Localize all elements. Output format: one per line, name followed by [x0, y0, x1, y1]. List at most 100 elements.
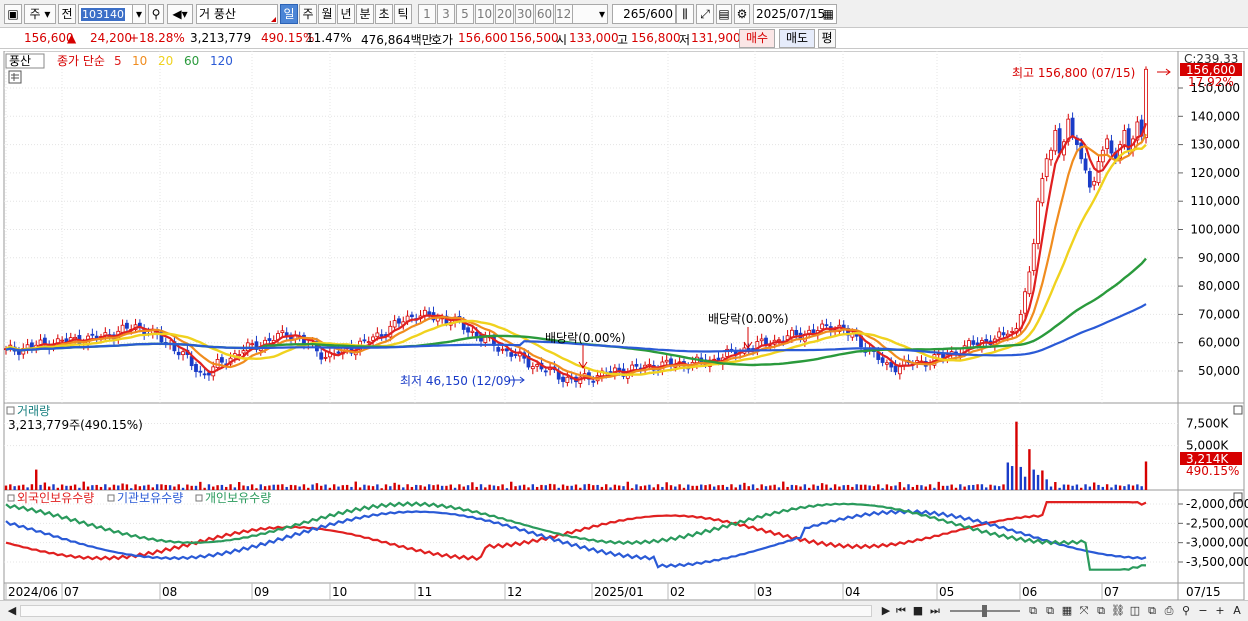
candle-body: [1109, 140, 1114, 154]
date-label: 07: [1104, 585, 1119, 599]
period-tab-3[interactable]: 년: [337, 4, 355, 24]
interval-custom-select[interactable]: ▾: [572, 4, 608, 24]
period-tab-1[interactable]: 주: [299, 4, 317, 24]
interval-tab-3[interactable]: 3: [437, 4, 455, 24]
layout-icon[interactable]: ⧉: [1025, 603, 1041, 619]
candle-body: [202, 373, 207, 376]
speaker-icon[interactable]: ◀▾: [167, 4, 193, 24]
ask-price: 156,600: [458, 31, 508, 45]
eval-button[interactable]: 평: [818, 29, 836, 48]
prev-button[interactable]: 전: [58, 4, 76, 24]
print-icon[interactable]: ⎙: [1161, 603, 1177, 619]
zoom-out-icon[interactable]: −: [1195, 603, 1211, 619]
holdings-tick-label: -2,000,000: [1186, 497, 1248, 511]
volume-bar: [35, 469, 38, 490]
scroll-right-icon[interactable]: ▶: [878, 603, 894, 619]
volume-bar: [1023, 476, 1027, 490]
rewind-icon[interactable]: ⏮: [893, 603, 909, 619]
volume-bar: [898, 482, 902, 490]
interval-tab-20[interactable]: 20: [495, 4, 514, 24]
price-tick-label: 50,000: [1198, 364, 1240, 378]
code-dropdown-icon[interactable]: ▾: [132, 4, 146, 24]
count-value: 265: [623, 7, 647, 21]
scroll-left-icon[interactable]: ◀: [4, 603, 20, 619]
candle-body: [319, 352, 324, 360]
period-tab-5[interactable]: 초: [375, 4, 393, 24]
volume-chart[interactable]: 거래량 3,213,779주(490.15%) 7,500K5,000K 3,2…: [0, 403, 1248, 490]
candle-body: [509, 352, 514, 357]
copy-icon[interactable]: ⧉: [1042, 603, 1058, 619]
count-field[interactable]: 265/600: [612, 4, 676, 24]
volume-bar: [82, 481, 85, 490]
crosshair-icon[interactable]: ⤢: [696, 4, 714, 24]
candle-body: [120, 324, 125, 334]
interval-tab-60[interactable]: 60: [535, 4, 554, 24]
candle-body: [181, 351, 185, 356]
date-axis: 2024/06 07 08 09 10 11 12 2025/01 02 03 04 05 06 07 0…: [3, 583, 1245, 600]
volume-value-label: 3,213,779주(490.15%): [8, 418, 143, 432]
candle-body: [1001, 332, 1006, 336]
price-chart[interactable]: 150,000140,000130,000120,000110,000100,0…: [0, 51, 1248, 403]
calendar-icon[interactable]: ▦: [823, 5, 834, 23]
data-table-icon[interactable]: [8, 70, 22, 84]
zoom-in-icon[interactable]: +: [1212, 603, 1228, 619]
buy-button[interactable]: 매수: [739, 29, 775, 48]
candle-body: [997, 331, 1002, 338]
search-icon[interactable]: ⚲: [148, 4, 164, 24]
interval-tab-10[interactable]: 10: [475, 4, 494, 24]
font-size-icon[interactable]: A: [1229, 603, 1245, 619]
sell-button[interactable]: 매도: [779, 29, 815, 48]
chart-toolbar: ▣ 주 ▾ 전 103140 ▾ ⚲ ◀▾ 거 풍산 일주월년분초틱 1 3 5 10…: [0, 0, 1248, 28]
forward-icon[interactable]: ⏭: [927, 603, 943, 619]
zoom-slider-handle[interactable]: [982, 605, 987, 617]
interval-tab-5[interactable]: 5: [456, 4, 474, 24]
period-tab-4[interactable]: 분: [356, 4, 374, 24]
period-tab-6[interactable]: 틱: [394, 4, 412, 24]
stock-name-tag: 풍산: [9, 54, 31, 68]
candle-body: [1044, 158, 1049, 178]
link-icon[interactable]: ⛓: [1110, 603, 1126, 619]
period-tab-0[interactable]: 일: [280, 4, 298, 24]
save-icon[interactable]: ▤: [716, 4, 732, 24]
window-icon[interactable]: ▣: [4, 4, 22, 24]
candle-body: [410, 314, 414, 318]
export-icon[interactable]: ⧉: [1144, 603, 1160, 619]
date-field[interactable]: 2025/07/15 ▦: [753, 4, 837, 24]
price-tick-label: 90,000: [1198, 251, 1240, 265]
candle-body: [1031, 243, 1036, 271]
stop-icon[interactable]: ■: [910, 603, 926, 619]
period-tab-2[interactable]: 월: [318, 4, 336, 24]
ma-legend-5: 5: [114, 54, 122, 68]
candle-body: [984, 338, 989, 342]
candle-body: [967, 340, 971, 348]
volume-close-icon[interactable]: [1233, 405, 1243, 415]
chart-type-icon[interactable]: ◫: [1127, 603, 1143, 619]
candle-body: [1079, 142, 1084, 160]
candle-type-icon[interactable]: ⫼: [676, 4, 694, 24]
holdings-chart[interactable]: 외국인보유수량 기관보유수량 개인보유수량 -2,000,000 -2,500,000…: [0, 490, 1248, 583]
grid-icon[interactable]: ▦: [1059, 603, 1075, 619]
candle-body: [1036, 200, 1040, 244]
holdings-legend-box: [7, 494, 15, 502]
volume-tick-label: 5,000K: [1186, 439, 1229, 453]
candle-body: [820, 323, 825, 330]
gear-icon[interactable]: ⚙: [734, 4, 750, 24]
candle-body: [194, 364, 198, 372]
interval-tab-1[interactable]: 1: [418, 4, 436, 24]
window-split-icon[interactable]: ⧉: [1093, 603, 1109, 619]
candle-body: [470, 330, 475, 333]
date-label: 2024/06: [8, 585, 58, 599]
volume-bar: [315, 483, 319, 490]
zoom-search-icon[interactable]: ⚲: [1178, 603, 1194, 619]
interval-tab-30[interactable]: 30: [515, 4, 534, 24]
period-unit-select[interactable]: 주 ▾: [24, 4, 56, 24]
volume-title: 거래량: [17, 404, 50, 418]
candle-body: [1010, 330, 1015, 333]
stock-name-field[interactable]: 거 풍산: [196, 4, 278, 24]
cross-icon[interactable]: ⤧: [1076, 603, 1092, 619]
candle-body: [90, 333, 95, 336]
date-label: 09: [254, 585, 269, 599]
candle-body: [323, 356, 328, 359]
candle-body: [1070, 117, 1075, 137]
scroll-track[interactable]: [20, 605, 872, 617]
